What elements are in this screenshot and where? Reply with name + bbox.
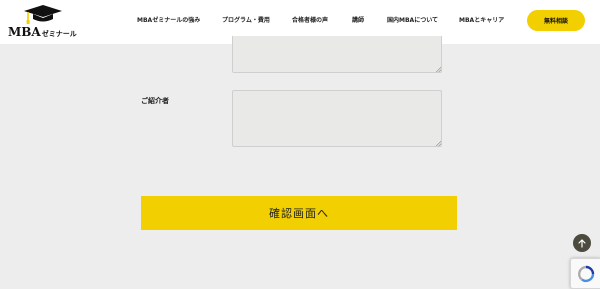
referrer-resize-handle[interactable] (436, 141, 441, 146)
logo-subtext: ゼミナール (41, 30, 77, 38)
graduation-cap-icon (24, 5, 62, 24)
nav-item-testimonials[interactable]: 合格者様の声 (292, 17, 328, 25)
referrer-label: ご紹介者 (141, 97, 169, 105)
referrer-textarea[interactable] (232, 90, 442, 147)
free-consultation-button[interactable]: 無料相談 (527, 10, 585, 31)
textarea-resize-handle[interactable] (436, 67, 441, 72)
recaptcha-icon (577, 265, 594, 282)
recaptcha-badge[interactable] (570, 258, 600, 289)
back-to-top-button[interactable] (573, 234, 591, 252)
arrow-up-icon (578, 238, 586, 248)
nav-item-mba-career[interactable]: MBAとキャリア (459, 17, 504, 25)
nav-item-instructors[interactable]: 講師 (352, 17, 364, 25)
logo-text: MBA (8, 25, 41, 39)
nav-item-domestic-mba[interactable]: 国内MBAについて (387, 17, 438, 25)
logo-link[interactable]: MBAゼミナール (8, 5, 78, 39)
confirm-button[interactable]: 確認画面へ (141, 196, 457, 230)
logo-wordmark: MBAゼミナール (8, 25, 77, 41)
message-textarea[interactable] (232, 36, 442, 73)
nav-item-strengths[interactable]: MBAゼミナールの強み (137, 17, 200, 25)
nav-item-program-fees[interactable]: プログラム・費用 (222, 17, 270, 25)
